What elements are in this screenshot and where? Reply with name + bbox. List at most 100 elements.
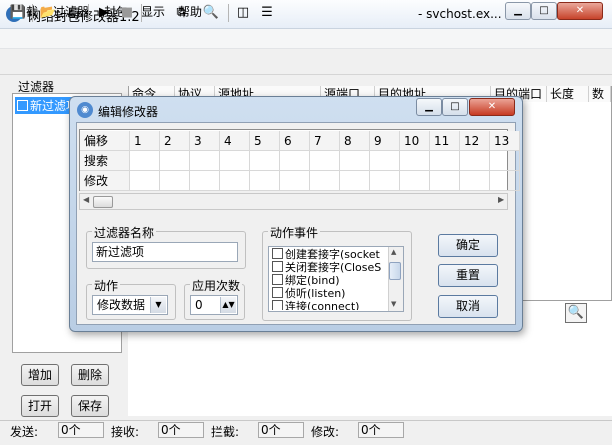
delete-button[interactable]: 删除	[71, 364, 109, 386]
dialog-close-button[interactable]: ✕	[469, 98, 515, 116]
modified-count: 0个	[358, 422, 404, 438]
grid-cell[interactable]	[460, 151, 490, 171]
minimize-icon: ▁	[514, 5, 522, 16]
grid-cell[interactable]	[220, 151, 250, 171]
grid-cell[interactable]	[430, 171, 460, 191]
filter-name-label: 过滤器名称	[92, 224, 157, 241]
scroll-down-icon[interactable]: ▼	[391, 300, 396, 308]
ok-button[interactable]: 确定	[438, 234, 498, 257]
grid-horizontal-scrollbar[interactable]	[79, 193, 508, 210]
grid-column-header: 13	[490, 131, 520, 151]
grid-cell[interactable]	[310, 151, 340, 171]
layout-rows-icon[interactable]: ☰	[258, 4, 276, 22]
close-icon: ✕	[487, 101, 497, 112]
play-icon[interactable]: ▶	[95, 4, 113, 22]
column-header[interactable]: 数	[589, 86, 611, 102]
window-subtitle: - svchost.ex...	[418, 7, 502, 21]
grid-column-header: 4	[220, 131, 250, 151]
scroll-left-icon[interactable]: ◀	[83, 195, 89, 204]
grid-cell[interactable]	[490, 151, 520, 171]
grid-cell[interactable]	[400, 151, 430, 171]
grid-cell[interactable]	[370, 171, 400, 191]
maximize-button[interactable]: □	[531, 2, 557, 20]
scroll-right-icon[interactable]: ▶	[498, 195, 504, 204]
event-item[interactable]: 关闭套接字(CloseS	[272, 261, 388, 274]
stop-icon[interactable]: ■	[118, 4, 136, 22]
grid-cell[interactable]	[220, 171, 250, 191]
scroll-thumb[interactable]	[389, 262, 401, 280]
open-folder-icon[interactable]: 📂	[39, 4, 57, 22]
grid-column-header: 3	[190, 131, 220, 151]
checkbox-icon[interactable]	[272, 248, 283, 259]
toolbar-separator	[32, 4, 33, 22]
received-count: 0个	[158, 422, 204, 438]
add-button[interactable]: 增加	[21, 364, 59, 386]
checkbox-icon[interactable]	[272, 287, 283, 298]
search-icon[interactable]: 🔍	[202, 4, 220, 22]
dialog-app-icon: ◉	[77, 102, 93, 118]
event-item[interactable]: 连接(connect)	[272, 300, 388, 310]
open-button[interactable]: 打开	[21, 395, 59, 417]
sent-label: 发送:	[10, 425, 39, 439]
grid-cell[interactable]	[130, 151, 160, 171]
toolbar-separator	[228, 4, 229, 22]
grid-cell[interactable]	[370, 151, 400, 171]
save-button[interactable]: 保存	[71, 395, 109, 417]
grid-cell[interactable]	[460, 171, 490, 191]
grid-cell[interactable]	[190, 151, 220, 171]
grid-cell[interactable]	[280, 151, 310, 171]
minimize-button[interactable]: ▁	[505, 2, 531, 20]
menu-view[interactable]: 显示	[141, 3, 165, 20]
save-icon[interactable]: 💾	[9, 4, 27, 22]
chevron-down-icon[interactable]: ▼	[150, 297, 166, 313]
grid-column-header: 偏移	[80, 131, 130, 151]
grid-cell[interactable]	[190, 171, 220, 191]
search-icon[interactable]: 🔍	[565, 303, 587, 323]
action-events-label: 动作事件	[268, 224, 321, 241]
event-item[interactable]: 创建套接字(socket	[272, 248, 388, 261]
cards-icon[interactable]: ▤	[65, 4, 83, 22]
grid-cell[interactable]	[340, 151, 370, 171]
grid-cell[interactable]	[160, 171, 190, 191]
dialog-title: 编辑修改器	[98, 105, 159, 119]
apply-count-stepper[interactable]: 0 ▲▼	[190, 295, 238, 315]
grid-cell[interactable]	[160, 151, 190, 171]
filter-name-input[interactable]: 新过滤项	[92, 242, 238, 262]
layout-split-icon[interactable]: ◫	[234, 4, 252, 22]
grid-cell[interactable]	[400, 171, 430, 191]
grid-cell[interactable]	[280, 171, 310, 191]
grid-column-header: 11	[430, 131, 460, 151]
scroll-thumb[interactable]	[93, 196, 113, 208]
minimize-icon: ▁	[425, 101, 433, 112]
action-select[interactable]: 修改数据 ▼	[92, 295, 168, 315]
reset-button[interactable]: 重置	[438, 264, 498, 287]
stepper-arrows-icon[interactable]: ▲▼	[220, 297, 236, 313]
grid-column-header: 8	[340, 131, 370, 151]
menu-bar	[0, 29, 612, 49]
copy-icon[interactable]: ⧉	[172, 4, 190, 22]
dialog-maximize-button[interactable]: □	[442, 98, 468, 116]
grid-column-header: 1	[130, 131, 160, 151]
checkbox-icon[interactable]	[272, 300, 283, 310]
grid-cell[interactable]	[250, 151, 280, 171]
checkbox-icon[interactable]	[272, 274, 283, 285]
scroll-up-icon[interactable]: ▲	[391, 248, 396, 256]
sent-count: 0个	[58, 422, 104, 438]
grid-cell[interactable]	[310, 171, 340, 191]
checkbox-icon[interactable]	[17, 100, 28, 111]
column-header[interactable]: 长度	[547, 86, 589, 102]
grid-cell[interactable]	[250, 171, 280, 191]
grid-cell[interactable]	[490, 171, 520, 191]
checkbox-icon[interactable]	[272, 261, 283, 272]
grid-cell[interactable]	[130, 171, 160, 191]
cancel-button[interactable]: 取消	[438, 295, 498, 318]
event-item[interactable]: 绑定(bind)	[272, 274, 388, 287]
grid-cell[interactable]	[430, 151, 460, 171]
dialog-minimize-button[interactable]: ▁	[416, 98, 442, 116]
event-item[interactable]: 侦听(listen)	[272, 287, 388, 300]
grid-cell[interactable]	[340, 171, 370, 191]
grid-row-label: 搜索	[80, 151, 130, 171]
maximize-icon: □	[450, 101, 460, 112]
blocked-label: 拦截:	[211, 425, 240, 439]
close-button[interactable]: ✕	[557, 2, 603, 20]
